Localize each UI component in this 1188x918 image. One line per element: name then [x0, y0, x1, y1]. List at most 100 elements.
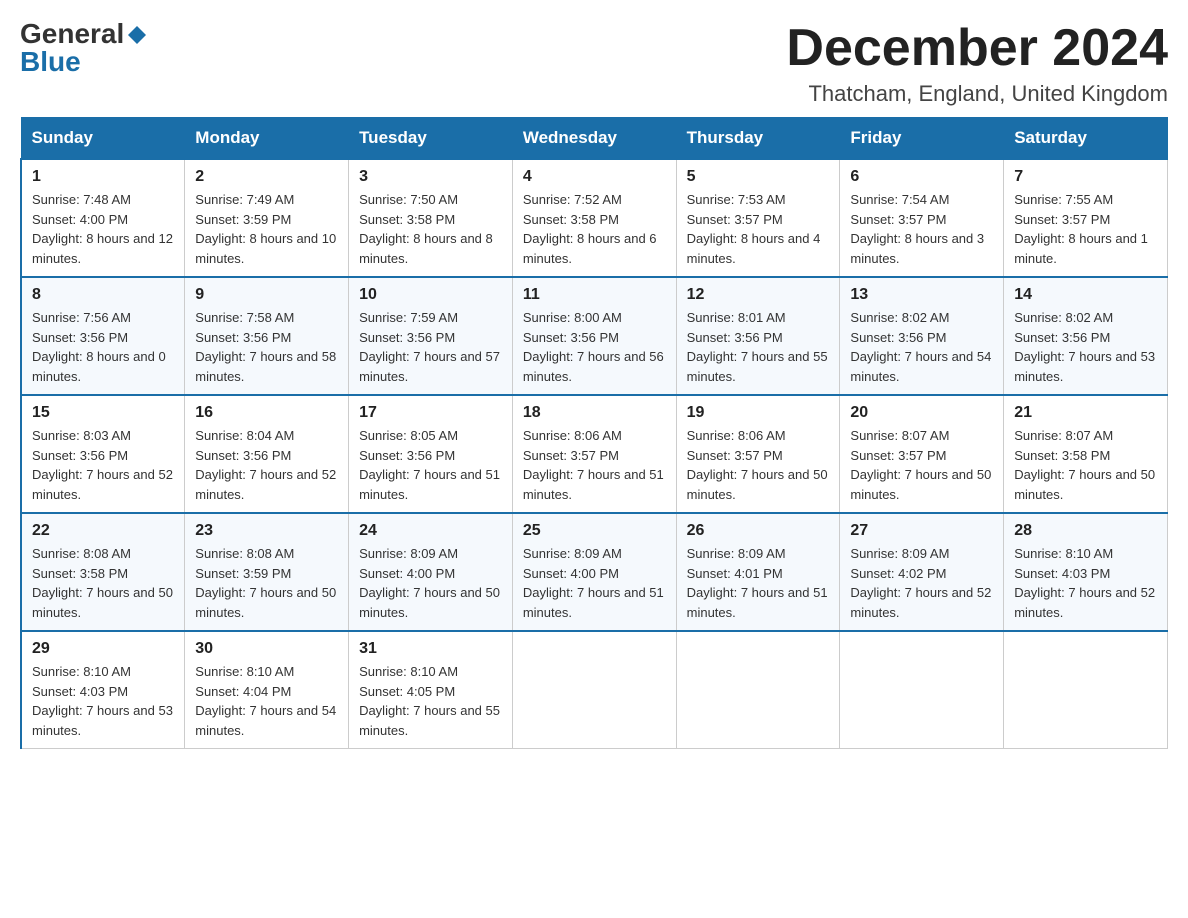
calendar-cell: 24 Sunrise: 8:09 AMSunset: 4:00 PMDayligh…	[349, 513, 513, 631]
day-number: 1	[32, 168, 174, 186]
calendar-week-row: 22Sunrise: 8:08 AMSunset: 3:58 PMDayligh…	[21, 513, 1168, 631]
day-number: 30	[195, 640, 338, 658]
calendar-cell: 30 Sunrise: 8:10 AMSunset: 4:04 PMDayligh…	[185, 631, 349, 749]
calendar-cell: 17Sunrise: 8:05 AMSunset: 3:56 PMDayligh…	[349, 395, 513, 513]
calendar-table: SundayMondayTuesdayWednesdayThursdayFrid…	[20, 117, 1168, 749]
calendar-cell: 21Sunrise: 8:07 AMSunset: 3:58 PMDayligh…	[1004, 395, 1168, 513]
day-number: 16	[195, 404, 338, 422]
calendar-cell: 14Sunrise: 8:02 AMSunset: 3:56 PMDayligh…	[1004, 277, 1168, 395]
day-number: 2	[195, 168, 338, 186]
calendar-cell: 25 Sunrise: 8:09 AMSunset: 4:00 PMDayligh…	[512, 513, 676, 631]
calendar-week-row: 8 Sunrise: 7:56 AMSunset: 3:56 PMDaylight…	[21, 277, 1168, 395]
location-text: Thatcham, England, United Kingdom	[786, 81, 1168, 107]
calendar-cell: 10 Sunrise: 7:59 AMSunset: 3:56 PMDayligh…	[349, 277, 513, 395]
calendar-cell: 23Sunrise: 8:08 AMSunset: 3:59 PMDayligh…	[185, 513, 349, 631]
calendar-cell: 20 Sunrise: 8:07 AMSunset: 3:57 PMDayligh…	[840, 395, 1004, 513]
day-number: 6	[850, 168, 993, 186]
calendar-week-row: 15 Sunrise: 8:03 AMSunset: 3:56 PMDayligh…	[21, 395, 1168, 513]
calendar-cell: 5 Sunrise: 7:53 AMSunset: 3:57 PMDaylight…	[676, 159, 840, 277]
calendar-cell	[840, 631, 1004, 749]
day-number: 10	[359, 286, 502, 304]
calendar-cell	[1004, 631, 1168, 749]
day-number: 23	[195, 522, 338, 540]
calendar-cell: 19 Sunrise: 8:06 AMSunset: 3:57 PMDayligh…	[676, 395, 840, 513]
day-number: 28	[1014, 522, 1157, 540]
calendar-cell: 16 Sunrise: 8:04 AMSunset: 3:56 PMDayligh…	[185, 395, 349, 513]
calendar-cell: 28 Sunrise: 8:10 AMSunset: 4:03 PMDayligh…	[1004, 513, 1168, 631]
day-number: 14	[1014, 286, 1157, 304]
col-header-friday: Friday	[840, 118, 1004, 160]
day-info: Sunrise: 7:55 AMSunset: 3:57 PMDaylight:…	[1014, 190, 1157, 268]
day-number: 11	[523, 286, 666, 304]
calendar-cell: 15 Sunrise: 8:03 AMSunset: 3:56 PMDayligh…	[21, 395, 185, 513]
col-header-wednesday: Wednesday	[512, 118, 676, 160]
day-number: 8	[32, 286, 174, 304]
day-info: Sunrise: 8:01 AMSunset: 3:56 PMDaylight:…	[687, 308, 830, 386]
calendar-cell: 12 Sunrise: 8:01 AMSunset: 3:56 PMDayligh…	[676, 277, 840, 395]
calendar-cell: 8 Sunrise: 7:56 AMSunset: 3:56 PMDaylight…	[21, 277, 185, 395]
day-number: 15	[32, 404, 174, 422]
day-info: Sunrise: 7:59 AMSunset: 3:56 PMDaylight:…	[359, 308, 502, 386]
day-number: 19	[687, 404, 830, 422]
day-number: 31	[359, 640, 502, 658]
day-info: Sunrise: 8:10 AMSunset: 4:04 PMDaylight:…	[195, 662, 338, 740]
calendar-cell	[512, 631, 676, 749]
day-info: Sunrise: 8:09 AMSunset: 4:00 PMDaylight:…	[359, 544, 502, 622]
calendar-cell: 3 Sunrise: 7:50 AMSunset: 3:58 PMDaylight…	[349, 159, 513, 277]
day-number: 20	[850, 404, 993, 422]
day-number: 3	[359, 168, 502, 186]
day-info: Sunrise: 8:09 AMSunset: 4:00 PMDaylight:…	[523, 544, 666, 622]
day-info: Sunrise: 8:10 AMSunset: 4:03 PMDaylight:…	[1014, 544, 1157, 622]
day-info: Sunrise: 7:56 AMSunset: 3:56 PMDaylight:…	[32, 308, 174, 386]
day-info: Sunrise: 8:02 AMSunset: 3:56 PMDaylight:…	[850, 308, 993, 386]
day-number: 9	[195, 286, 338, 304]
logo-blue-text: Blue	[20, 48, 81, 76]
calendar-cell: 18 Sunrise: 8:06 AMSunset: 3:57 PMDayligh…	[512, 395, 676, 513]
calendar-cell: 13 Sunrise: 8:02 AMSunset: 3:56 PMDayligh…	[840, 277, 1004, 395]
day-number: 22	[32, 522, 174, 540]
day-number: 27	[850, 522, 993, 540]
calendar-cell: 27 Sunrise: 8:09 AMSunset: 4:02 PMDayligh…	[840, 513, 1004, 631]
day-info: Sunrise: 8:03 AMSunset: 3:56 PMDaylight:…	[32, 426, 174, 504]
day-info: Sunrise: 8:06 AMSunset: 3:57 PMDaylight:…	[687, 426, 830, 504]
day-info: Sunrise: 7:53 AMSunset: 3:57 PMDaylight:…	[687, 190, 830, 268]
day-number: 12	[687, 286, 830, 304]
day-info: Sunrise: 7:58 AMSunset: 3:56 PMDaylight:…	[195, 308, 338, 386]
calendar-cell	[676, 631, 840, 749]
day-number: 26	[687, 522, 830, 540]
calendar-cell: 31Sunrise: 8:10 AMSunset: 4:05 PMDayligh…	[349, 631, 513, 749]
day-number: 7	[1014, 168, 1157, 186]
day-info: Sunrise: 8:10 AMSunset: 4:03 PMDaylight:…	[32, 662, 174, 740]
day-number: 25	[523, 522, 666, 540]
day-number: 18	[523, 404, 666, 422]
logo-general-text: General	[20, 20, 124, 48]
day-info: Sunrise: 7:49 AMSunset: 3:59 PMDaylight:…	[195, 190, 338, 268]
calendar-cell: 26 Sunrise: 8:09 AMSunset: 4:01 PMDayligh…	[676, 513, 840, 631]
col-header-monday: Monday	[185, 118, 349, 160]
day-info: Sunrise: 8:07 AMSunset: 3:57 PMDaylight:…	[850, 426, 993, 504]
calendar-header-row: SundayMondayTuesdayWednesdayThursdayFrid…	[21, 118, 1168, 160]
day-number: 13	[850, 286, 993, 304]
calendar-cell: 2 Sunrise: 7:49 AMSunset: 3:59 PMDaylight…	[185, 159, 349, 277]
month-title: December 2024	[786, 20, 1168, 77]
col-header-saturday: Saturday	[1004, 118, 1168, 160]
day-info: Sunrise: 8:06 AMSunset: 3:57 PMDaylight:…	[523, 426, 666, 504]
day-info: Sunrise: 8:09 AMSunset: 4:02 PMDaylight:…	[850, 544, 993, 622]
day-number: 29	[32, 640, 174, 658]
day-info: Sunrise: 8:04 AMSunset: 3:56 PMDaylight:…	[195, 426, 338, 504]
page-header: General Blue December 2024 Thatcham, Eng…	[20, 20, 1168, 107]
day-info: Sunrise: 8:07 AMSunset: 3:58 PMDaylight:…	[1014, 426, 1157, 504]
day-info: Sunrise: 8:09 AMSunset: 4:01 PMDaylight:…	[687, 544, 830, 622]
day-info: Sunrise: 7:50 AMSunset: 3:58 PMDaylight:…	[359, 190, 502, 268]
calendar-cell: 9 Sunrise: 7:58 AMSunset: 3:56 PMDaylight…	[185, 277, 349, 395]
calendar-week-row: 29 Sunrise: 8:10 AMSunset: 4:03 PMDayligh…	[21, 631, 1168, 749]
title-area: December 2024 Thatcham, England, United …	[786, 20, 1168, 107]
day-info: Sunrise: 7:52 AMSunset: 3:58 PMDaylight:…	[523, 190, 666, 268]
calendar-week-row: 1Sunrise: 7:48 AMSunset: 4:00 PMDaylight…	[21, 159, 1168, 277]
calendar-cell: 22Sunrise: 8:08 AMSunset: 3:58 PMDayligh…	[21, 513, 185, 631]
day-number: 24	[359, 522, 502, 540]
col-header-tuesday: Tuesday	[349, 118, 513, 160]
calendar-cell: 6Sunrise: 7:54 AMSunset: 3:57 PMDaylight…	[840, 159, 1004, 277]
day-number: 5	[687, 168, 830, 186]
logo: General Blue	[20, 20, 146, 76]
